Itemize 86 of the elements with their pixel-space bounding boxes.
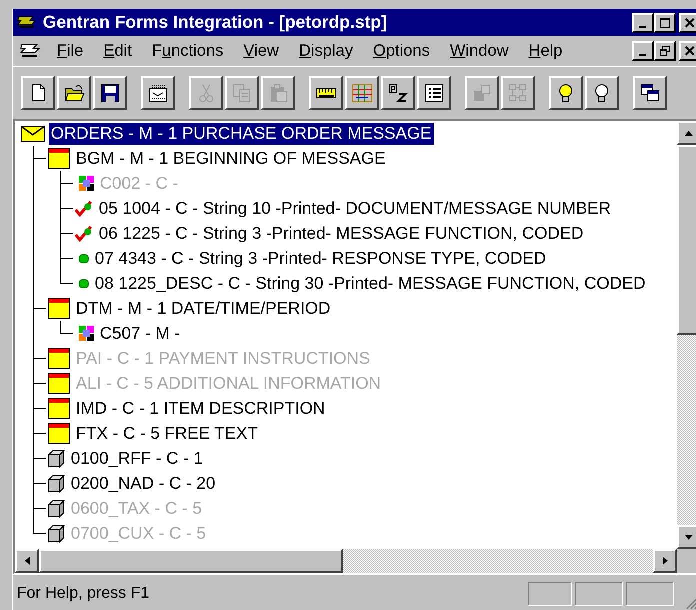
tree-item[interactable]: C507 - M - <box>98 322 182 344</box>
menu-item[interactable]: View <box>234 42 290 60</box>
folder-icon <box>64 82 84 104</box>
blocks-icon <box>472 82 492 104</box>
right-arrow-icon <box>662 557 668 565</box>
cube-icon <box>48 450 65 468</box>
status-pane <box>528 582 572 606</box>
vertical-scrollbar[interactable] <box>677 121 696 549</box>
document-icon[interactable] <box>19 43 41 59</box>
toolbar-button[interactable] <box>381 76 415 110</box>
scroll-down-button[interactable] <box>677 525 696 549</box>
toolbar-button[interactable] <box>21 76 55 110</box>
toolbar-button[interactable] <box>345 76 379 110</box>
tree-item[interactable]: 07 4343 - C - String 3 -Printed- RESPONSE TYPE, CODED <box>93 248 548 270</box>
tree-item[interactable]: 0100_RFF - C - 1 <box>69 448 206 470</box>
tree-item[interactable]: DTM - M - 1 DATE/TIME/PERIOD <box>74 298 333 320</box>
composite-icon <box>79 326 94 341</box>
tree-item[interactable]: FTX - C - 5 FREE TEXT <box>74 422 260 444</box>
maximize-icon <box>660 18 670 28</box>
menu-item[interactable]: Window <box>440 42 519 60</box>
envelope-icon <box>21 126 45 142</box>
toolbar-button[interactable] <box>141 76 175 110</box>
toolbar-button[interactable] <box>585 76 619 110</box>
cube-icon <box>48 474 65 492</box>
check-icon <box>75 200 93 216</box>
copy-icon <box>232 82 252 104</box>
window-title: Gentran Forms Integration - [petordp.stp] <box>43 12 388 33</box>
network-icon <box>508 82 528 104</box>
composite-icon <box>79 176 94 191</box>
minimize-icon <box>638 54 646 56</box>
segment-icon <box>48 148 70 169</box>
menu-item[interactable]: Options <box>363 42 440 60</box>
menu-item[interactable]: Functions <box>142 42 234 60</box>
menu-item[interactable]: File <box>47 42 94 60</box>
scroll-left-button[interactable] <box>15 549 39 573</box>
toolbar-button[interactable] <box>417 76 451 110</box>
status-text: For Help, press F1 <box>17 584 150 602</box>
down-arrow-icon <box>685 534 693 540</box>
tree-item[interactable]: 0200_NAD - C - 20 <box>69 472 218 494</box>
tree-item[interactable]: 08 1225_DESC - C - String 30 -Printed- MESSAGE FUNCTION, CODED <box>93 272 648 294</box>
minimize-button[interactable] <box>632 12 654 32</box>
form-icon <box>148 82 168 104</box>
scroll-right-button[interactable] <box>653 549 677 573</box>
restore-icon <box>660 46 670 56</box>
close-button[interactable] <box>679 12 696 32</box>
close-icon <box>685 46 695 56</box>
tree-item[interactable]: ORDERS - M - 1 PURCHASE ORDER MESSAGE <box>49 122 434 144</box>
minimize-button[interactable] <box>632 41 654 61</box>
menu-item[interactable]: Display <box>289 42 364 60</box>
left-arrow-icon <box>24 557 30 565</box>
menu-item[interactable]: Help <box>518 42 573 60</box>
toolbar-button[interactable] <box>57 76 91 110</box>
toolbar-button[interactable] <box>549 76 583 110</box>
close-button[interactable] <box>679 41 696 61</box>
tree-item[interactable]: 05 1004 - C - String 10 -Printed- DOCUMENT/MESSAGE NUMBER <box>97 198 614 220</box>
segment-icon <box>48 298 70 319</box>
check-icon <box>75 226 93 242</box>
cube-icon <box>48 524 65 542</box>
tree-item[interactable]: 06 1225 - C - String 3 -Printed- MESSAGE FUNCTION, CODED <box>97 222 586 244</box>
toolbar-button[interactable] <box>93 76 127 110</box>
sort-icon <box>388 82 408 104</box>
list-icon <box>424 82 444 104</box>
toolbar-button[interactable] <box>633 76 667 110</box>
horizontal-scrollbar[interactable] <box>15 549 677 573</box>
cube-icon <box>48 500 65 518</box>
scroll-up-button[interactable] <box>677 121 696 145</box>
cascade-windows-icon <box>640 82 660 104</box>
tree-item[interactable]: BGM - M - 1 BEGINNING OF MESSAGE <box>74 148 388 170</box>
menu-item[interactable]: Edit <box>94 42 142 60</box>
grid-icon <box>352 82 372 104</box>
segment-icon <box>48 348 70 369</box>
scroll-thumb[interactable] <box>39 549 343 573</box>
toolbar-button[interactable] <box>309 76 343 110</box>
resize-grip-icon[interactable] <box>685 596 696 610</box>
segment-icon <box>48 398 70 419</box>
restore-button[interactable] <box>654 41 676 61</box>
tree-item[interactable]: IMD - C - 1 ITEM DESCRIPTION <box>74 398 328 420</box>
status-pane <box>626 582 674 606</box>
segment-icon <box>48 423 70 444</box>
up-arrow-icon <box>685 130 693 136</box>
status-pane <box>575 582 623 606</box>
segment-icon <box>48 373 70 394</box>
scroll-thumb[interactable] <box>677 145 696 335</box>
minimize-icon <box>638 26 646 28</box>
close-icon <box>685 18 695 28</box>
maximize-button[interactable] <box>654 12 676 32</box>
